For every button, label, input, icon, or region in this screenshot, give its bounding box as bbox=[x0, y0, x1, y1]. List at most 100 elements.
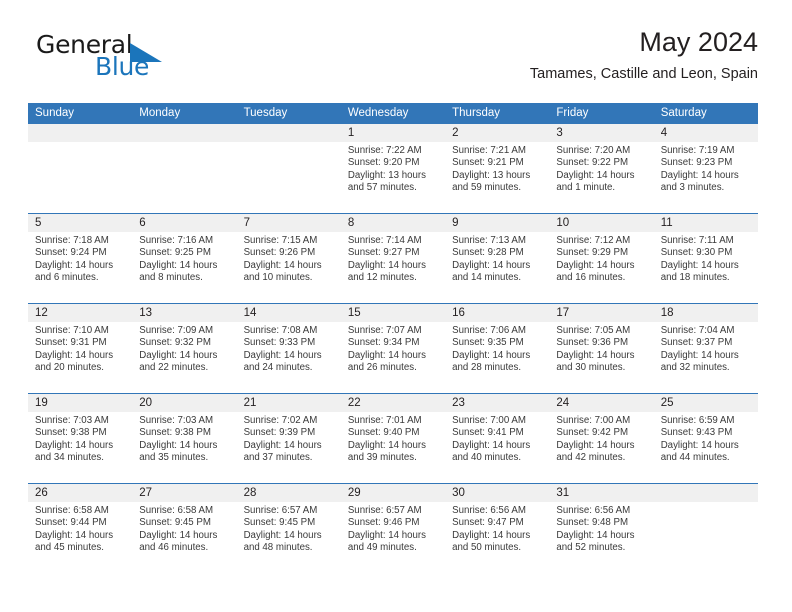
day-cell[interactable]: 17 Sunrise: 7:05 AM Sunset: 9:36 PM Dayligh… bbox=[549, 304, 654, 393]
day-number: 31 bbox=[549, 484, 654, 502]
daylight-text: Daylight: 14 hours and 42 minutes. bbox=[556, 439, 635, 464]
sunset-text: Sunset: 9:22 PM bbox=[556, 157, 629, 169]
sunrise-text: Sunrise: 7:14 AM bbox=[347, 235, 422, 246]
sunrise-text: Sunrise: 7:13 AM bbox=[452, 235, 526, 246]
day-cell[interactable]: 2 Sunrise: 7:21 AM Sunset: 9:21 PM Daylight… bbox=[445, 124, 550, 213]
day-cell[interactable]: 13 Sunrise: 7:09 AM Sunset: 9:32 PM Dayligh… bbox=[132, 304, 237, 393]
week-row: 19 Sunrise: 7:03 AM Sunset: 9:38 PM Dayligh… bbox=[28, 393, 758, 483]
daylight-text: Daylight: 14 hours and 49 minutes. bbox=[347, 529, 426, 554]
day-cell[interactable]: 3 Sunrise: 7:20 AM Sunset: 9:22 PM Daylight… bbox=[549, 124, 654, 213]
day-sun-info: Sunrise: 7:11 AM Sunset: 9:30 PM Daylight:… bbox=[654, 232, 758, 285]
sunrise-text: Sunrise: 7:20 AM bbox=[556, 145, 631, 156]
daylight-text: Daylight: 14 hours and 12 minutes. bbox=[347, 259, 426, 284]
daylight-text: Daylight: 14 hours and 3 minutes. bbox=[660, 169, 739, 194]
day-sun-info: Sunrise: 7:16 AM Sunset: 9:25 PM Daylight:… bbox=[132, 232, 236, 285]
day-sun-info: Sunrise: 7:18 AM Sunset: 9:24 PM Daylight:… bbox=[28, 232, 132, 285]
day-number: 9 bbox=[445, 214, 550, 232]
day-cell[interactable]: 23 Sunrise: 7:00 AM Sunset: 9:41 PM Dayligh… bbox=[445, 394, 550, 483]
sunrise-text: Sunrise: 7:07 AM bbox=[347, 325, 422, 336]
daylight-text: Daylight: 14 hours and 8 minutes. bbox=[139, 259, 218, 284]
title-block: May 2024 Tamames, Castille and Leon, Spa… bbox=[530, 26, 758, 83]
weekday-header-tuesday: Tuesday bbox=[243, 107, 288, 119]
day-sun-info: Sunrise: 7:00 AM Sunset: 9:42 PM Daylight:… bbox=[549, 412, 653, 465]
day-cell[interactable]: 24 Sunrise: 7:00 AM Sunset: 9:42 PM Dayligh… bbox=[549, 394, 654, 483]
day-cell[interactable]: 7 Sunrise: 7:15 AM Sunset: 9:26 PM Daylight… bbox=[236, 214, 341, 303]
daylight-text: Daylight: 14 hours and 24 minutes. bbox=[243, 349, 322, 374]
day-cell[interactable]: 26 Sunrise: 6:58 AM Sunset: 9:44 PM Dayligh… bbox=[28, 484, 133, 573]
day-cell[interactable]: 28 Sunrise: 6:57 AM Sunset: 9:45 PM Dayligh… bbox=[236, 484, 341, 573]
sunset-text: Sunset: 9:21 PM bbox=[452, 157, 524, 169]
day-cell[interactable]: 18 Sunrise: 7:04 AM Sunset: 9:37 PM Dayligh… bbox=[653, 304, 758, 393]
day-cell[interactable]: 14 Sunrise: 7:08 AM Sunset: 9:33 PM Dayligh… bbox=[236, 304, 341, 393]
day-cell[interactable]: 25 Sunrise: 6:59 AM Sunset: 9:43 PM Dayligh… bbox=[653, 394, 758, 483]
day-sun-info: Sunrise: 7:05 AM Sunset: 9:36 PM Daylight:… bbox=[549, 322, 653, 375]
sunset-text: Sunset: 9:29 PM bbox=[556, 247, 629, 259]
sunset-text: Sunset: 9:25 PM bbox=[139, 247, 211, 259]
day-cell-empty bbox=[236, 124, 341, 213]
sunrise-text: Sunrise: 7:22 AM bbox=[347, 145, 422, 156]
week-row: 12 Sunrise: 7:10 AM Sunset: 9:31 PM Dayligh… bbox=[28, 303, 758, 393]
sunrise-text: Sunrise: 7:09 AM bbox=[139, 325, 214, 336]
day-cell[interactable]: 6 Sunrise: 7:16 AM Sunset: 9:25 PM Daylight… bbox=[132, 214, 237, 303]
day-cell[interactable]: 15 Sunrise: 7:07 AM Sunset: 9:34 PM Dayligh… bbox=[340, 304, 446, 393]
day-cell[interactable]: 29 Sunrise: 6:57 AM Sunset: 9:46 PM Dayligh… bbox=[340, 484, 446, 573]
day-number: 7 bbox=[236, 214, 341, 232]
day-number bbox=[28, 124, 133, 142]
day-cell[interactable]: 4 Sunrise: 7:19 AM Sunset: 9:23 PM Daylight… bbox=[653, 124, 758, 213]
day-cell[interactable]: 12 Sunrise: 7:10 AM Sunset: 9:31 PM Dayligh… bbox=[28, 304, 133, 393]
day-cell[interactable]: 8 Sunrise: 7:14 AM Sunset: 9:27 PM Daylight… bbox=[340, 214, 446, 303]
sunset-text: Sunset: 9:28 PM bbox=[452, 247, 524, 259]
sunset-text: Sunset: 9:35 PM bbox=[452, 337, 524, 349]
day-sun-info: Sunrise: 7:22 AM Sunset: 9:20 PM Daylight:… bbox=[341, 142, 445, 195]
day-number: 18 bbox=[653, 304, 758, 322]
daylight-text: Daylight: 14 hours and 1 minute. bbox=[556, 169, 635, 194]
day-sun-info: Sunrise: 6:58 AM Sunset: 9:45 PM Daylight:… bbox=[132, 502, 236, 555]
day-number: 4 bbox=[653, 124, 758, 142]
day-cell[interactable]: 1 Sunrise: 7:22 AM Sunset: 9:20 PM Daylight… bbox=[340, 124, 446, 213]
day-cell[interactable]: 21 Sunrise: 7:02 AM Sunset: 9:39 PM Dayligh… bbox=[236, 394, 341, 483]
sunrise-text: Sunrise: 7:02 AM bbox=[243, 415, 318, 426]
day-cell[interactable]: 11 Sunrise: 7:11 AM Sunset: 9:30 PM Dayligh… bbox=[653, 214, 758, 303]
daylight-text: Daylight: 14 hours and 34 minutes. bbox=[35, 439, 114, 464]
day-sun-info: Sunrise: 7:15 AM Sunset: 9:26 PM Daylight:… bbox=[237, 232, 341, 285]
day-cell[interactable]: 10 Sunrise: 7:12 AM Sunset: 9:29 PM Dayligh… bbox=[549, 214, 654, 303]
sunset-text: Sunset: 9:37 PM bbox=[660, 337, 733, 349]
sunset-text: Sunset: 9:31 PM bbox=[35, 337, 107, 349]
sunset-text: Sunset: 9:38 PM bbox=[139, 427, 211, 439]
day-number: 26 bbox=[28, 484, 133, 502]
sunrise-text: Sunrise: 7:03 AM bbox=[139, 415, 214, 426]
weekday-header-monday: Monday bbox=[139, 107, 181, 119]
day-number: 30 bbox=[445, 484, 550, 502]
sunrise-text: Sunrise: 7:06 AM bbox=[452, 325, 526, 336]
weekday-header-sunday: Sunday bbox=[35, 107, 75, 119]
sunset-text: Sunset: 9:38 PM bbox=[35, 427, 107, 439]
sunset-text: Sunset: 9:43 PM bbox=[660, 427, 733, 439]
weekday-header-saturday: Saturday bbox=[660, 107, 707, 119]
sunrise-text: Sunrise: 6:58 AM bbox=[139, 505, 214, 516]
day-cell[interactable]: 19 Sunrise: 7:03 AM Sunset: 9:38 PM Dayligh… bbox=[28, 394, 133, 483]
general-blue-logo[interactable]: General Blue bbox=[36, 30, 216, 86]
sunrise-text: Sunrise: 7:15 AM bbox=[243, 235, 318, 246]
day-cell[interactable]: 9 Sunrise: 7:13 AM Sunset: 9:28 PM Daylight… bbox=[445, 214, 550, 303]
daylight-text: Daylight: 14 hours and 46 minutes. bbox=[139, 529, 218, 554]
day-sun-info: Sunrise: 7:04 AM Sunset: 9:37 PM Daylight:… bbox=[654, 322, 758, 375]
day-cell[interactable]: 27 Sunrise: 6:58 AM Sunset: 9:45 PM Dayligh… bbox=[132, 484, 237, 573]
day-cell[interactable]: 20 Sunrise: 7:03 AM Sunset: 9:38 PM Dayligh… bbox=[132, 394, 237, 483]
day-number: 15 bbox=[340, 304, 446, 322]
day-sun-info: Sunrise: 7:21 AM Sunset: 9:21 PM Daylight:… bbox=[445, 142, 549, 195]
sunset-text: Sunset: 9:23 PM bbox=[660, 157, 733, 169]
day-sun-info: Sunrise: 7:19 AM Sunset: 9:23 PM Daylight:… bbox=[654, 142, 758, 195]
day-cell-empty bbox=[653, 484, 758, 573]
daylight-text: Daylight: 14 hours and 48 minutes. bbox=[243, 529, 322, 554]
day-cell[interactable]: 22 Sunrise: 7:01 AM Sunset: 9:40 PM Dayligh… bbox=[340, 394, 446, 483]
day-cell[interactable]: 5 Sunrise: 7:18 AM Sunset: 9:24 PM Daylight… bbox=[28, 214, 133, 303]
day-sun-info: Sunrise: 7:13 AM Sunset: 9:28 PM Daylight:… bbox=[445, 232, 549, 285]
day-cell[interactable]: 16 Sunrise: 7:06 AM Sunset: 9:35 PM Dayligh… bbox=[445, 304, 550, 393]
day-sun-info: Sunrise: 7:06 AM Sunset: 9:35 PM Daylight:… bbox=[445, 322, 549, 375]
day-cell[interactable]: 31 Sunrise: 6:56 AM Sunset: 9:48 PM Dayligh… bbox=[549, 484, 654, 573]
sunset-text: Sunset: 9:45 PM bbox=[139, 517, 211, 529]
day-cell[interactable]: 30 Sunrise: 6:56 AM Sunset: 9:47 PM Dayligh… bbox=[445, 484, 550, 573]
day-number: 29 bbox=[340, 484, 446, 502]
day-sun-info: Sunrise: 7:09 AM Sunset: 9:32 PM Daylight:… bbox=[132, 322, 236, 375]
day-number bbox=[132, 124, 237, 142]
